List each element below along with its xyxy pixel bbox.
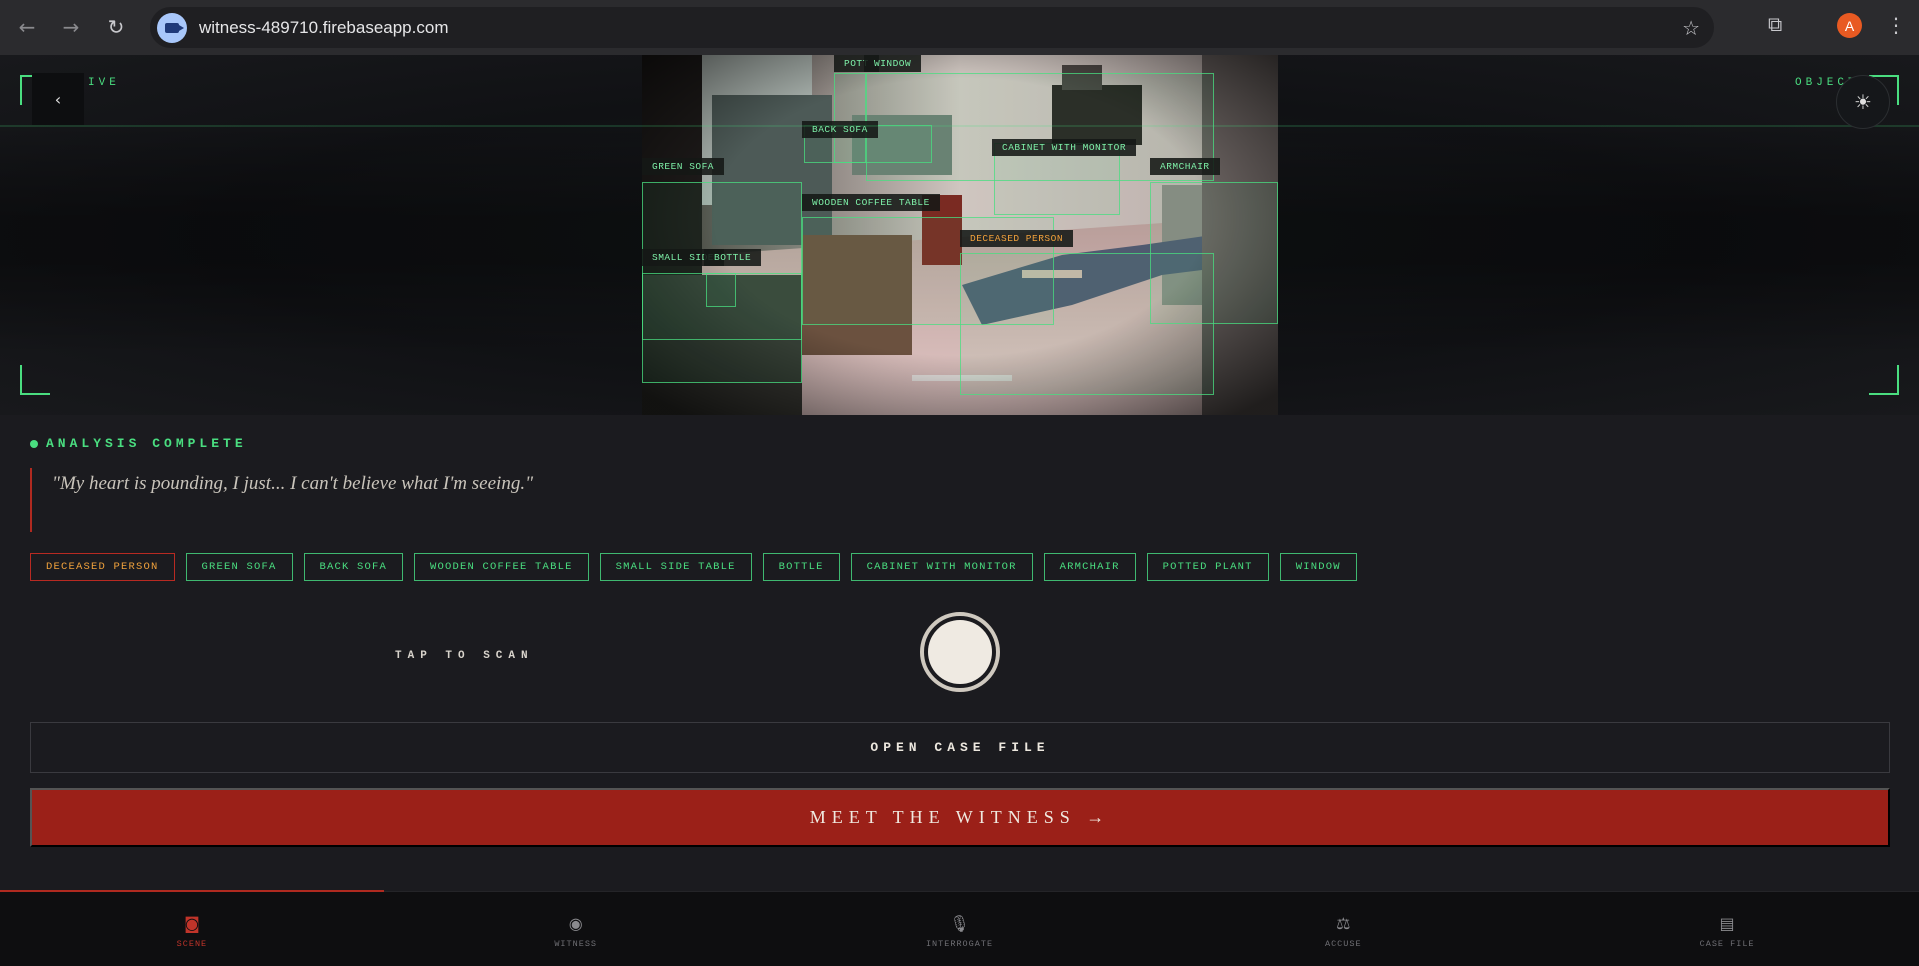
detection-label: DECEASED PERSON [960, 230, 1074, 247]
detection-label: BOTTLE [704, 249, 762, 266]
detection-box-deceased-person [960, 253, 1214, 395]
object-tag[interactable]: SMALL SIDE TABLE [599, 553, 752, 581]
tab-case-file[interactable]: ▤ CASE FILE [1535, 892, 1919, 966]
open-case-file-button[interactable]: OPEN CASE FILE [30, 722, 1890, 773]
detection-label: WOODEN COFFEE TABLE [802, 194, 940, 211]
object-tag[interactable]: WINDOW [1279, 553, 1357, 581]
active-tab-indicator [0, 890, 384, 892]
viewfinder-mode-label: IVE [88, 77, 120, 89]
url-text[interactable]: witness-489710.firebaseapp.com [199, 18, 448, 38]
detection-label: CABINET WITH MONITOR [992, 139, 1137, 156]
camera-icon: ◙ [184, 914, 200, 933]
bottom-navigation: ◙ SCENE ◉ WITNESS 🎙 INTERROGATE ⚖ ACCUSE… [0, 890, 1919, 966]
forward-arrow-icon[interactable]: → [53, 9, 89, 45]
profile-avatar[interactable]: A [1837, 13, 1862, 38]
tab-label: ACCUSE [1324, 938, 1362, 949]
witness-quote: "My heart is pounding, I just... I can't… [30, 468, 1030, 532]
quote-text: "My heart is pounding, I just... I can't… [52, 473, 534, 494]
scan-line [0, 125, 1919, 127]
status-dot [30, 439, 38, 448]
detection-label: ARMCHAIR [1150, 158, 1220, 175]
detection-box-bottle [706, 273, 736, 307]
scene-photo: POTT WINDOW BACK SOFA CABINET WITH MONIT… [642, 55, 1278, 415]
detection-label: WINDOW [864, 55, 922, 72]
scales-icon: ⚖ [1336, 914, 1351, 933]
tab-scene[interactable]: ◙ SCENE [0, 892, 384, 966]
kebab-menu-icon[interactable]: ⋮ [1886, 13, 1906, 37]
chevron-left-icon[interactable]: ‹ [32, 73, 84, 125]
shutter-inner [928, 620, 992, 684]
reload-icon[interactable]: ↻ [98, 9, 134, 45]
document-icon: ▤ [1719, 914, 1735, 933]
tab-witness[interactable]: ◉ WITNESS [384, 892, 768, 966]
tab-interrogate[interactable]: 🎙 INTERROGATE [768, 892, 1152, 966]
object-tag[interactable]: BOTTLE [762, 553, 840, 581]
microphone-icon: 🎙 [949, 914, 970, 933]
viewfinder-corner [20, 365, 50, 395]
analysis-status: ANALYSIS COMPLETE [30, 436, 247, 451]
tab-label: INTERROGATE [925, 938, 994, 949]
object-tag[interactable]: GREEN SOFA [185, 553, 293, 581]
object-tag[interactable]: BACK SOFA [303, 553, 404, 581]
site-info-icon[interactable] [157, 12, 187, 43]
detection-label: GREEN SOFA [642, 158, 725, 175]
camera-viewfinder: POTT WINDOW BACK SOFA CABINET WITH MONIT… [0, 55, 1919, 415]
status-text: ANALYSIS COMPLETE [46, 436, 247, 451]
object-tag[interactable]: CABINET WITH MONITOR [850, 553, 1033, 581]
object-tag-list: DECEASED PERSON GREEN SOFA BACK SOFA WOO… [30, 553, 1357, 581]
address-bar[interactable]: witness-489710.firebaseapp.com ☆ [150, 7, 1714, 48]
object-tag[interactable]: ARMCHAIR [1043, 553, 1136, 581]
browser-toolbar: ← → ↻ witness-489710.firebaseapp.com ☆ ⧉… [0, 0, 1919, 55]
tap-to-scan-label: TAP TO SCAN [395, 650, 534, 662]
puzzle-icon[interactable]: ⧉ [1768, 12, 1782, 36]
tab-label: WITNESS [554, 938, 598, 949]
object-tag[interactable]: WOODEN COFFEE TABLE [414, 553, 589, 581]
shutter-button[interactable] [920, 612, 1000, 692]
object-tag[interactable]: DECEASED PERSON [30, 553, 175, 581]
tab-label: SCENE [176, 938, 208, 949]
eye-icon: ◉ [568, 914, 583, 933]
meet-witness-button[interactable]: MEET THE WITNESS → [30, 788, 1890, 847]
back-arrow-icon[interactable]: ← [9, 9, 45, 45]
detection-label: BACK SOFA [802, 121, 878, 138]
star-icon[interactable]: ☆ [1682, 16, 1700, 40]
tab-label: CASE FILE [1699, 938, 1755, 949]
brightness-icon[interactable]: ☀ [1836, 75, 1890, 129]
object-tag[interactable]: POTTED PLANT [1146, 553, 1269, 581]
tab-accuse[interactable]: ⚖ ACCUSE [1151, 892, 1535, 966]
viewfinder-corner [1869, 365, 1899, 395]
